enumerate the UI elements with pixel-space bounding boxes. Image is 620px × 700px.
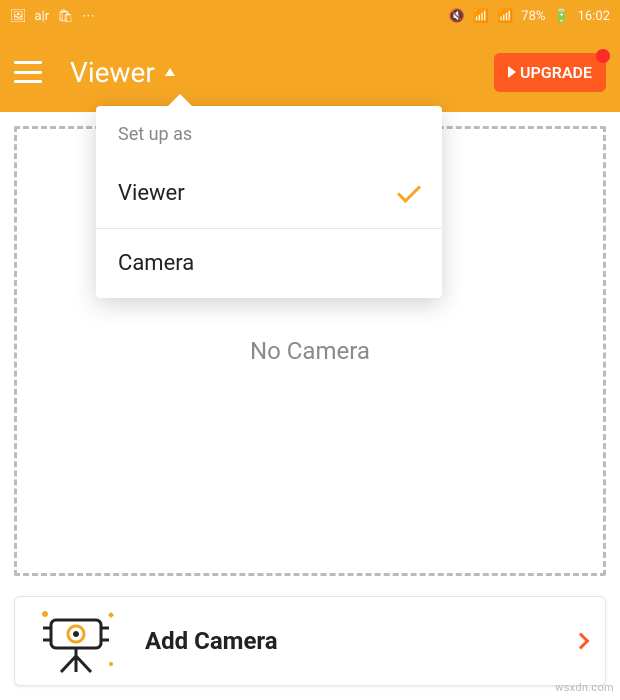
more-icon: ⋯ bbox=[82, 9, 95, 24]
notification-dot-icon bbox=[596, 49, 610, 63]
mode-title: Viewer bbox=[70, 56, 155, 89]
chevron-right-icon bbox=[573, 633, 590, 650]
hamburger-menu-icon[interactable] bbox=[14, 61, 42, 83]
mode-dropdown-menu: Set up as Viewer Camera bbox=[96, 106, 442, 298]
dropdown-header: Set up as bbox=[96, 106, 442, 159]
dropdown-item-viewer[interactable]: Viewer bbox=[96, 159, 442, 228]
status-bar: 🖼 a|r 🛍 ⋯ 🔇 📶 📶 78% 🔋 16:02 bbox=[0, 0, 620, 32]
shopping-bag-icon: 🛍 bbox=[57, 9, 74, 24]
dropdown-item-camera[interactable]: Camera bbox=[96, 228, 442, 298]
clock: 16:02 bbox=[578, 9, 610, 24]
air-text: a|r bbox=[35, 9, 50, 24]
empty-text: No Camera bbox=[250, 337, 370, 365]
signal-icon: 📶 bbox=[497, 9, 513, 24]
camera-tripod-icon bbox=[33, 606, 123, 676]
dropdown-item-label: Viewer bbox=[118, 181, 185, 206]
upgrade-button[interactable]: UPGRADE bbox=[494, 53, 606, 92]
chevron-up-icon bbox=[165, 68, 175, 76]
battery-icon: 🔋 bbox=[553, 9, 569, 24]
watermark: wsxdn.com bbox=[555, 681, 614, 694]
upgrade-label: UPGRADE bbox=[520, 63, 592, 82]
add-camera-label: Add Camera bbox=[145, 627, 553, 655]
battery-percent: 78% bbox=[521, 9, 545, 24]
play-icon bbox=[508, 66, 516, 78]
mute-icon: 🔇 bbox=[449, 9, 465, 24]
dropdown-item-label: Camera bbox=[118, 251, 194, 276]
check-icon bbox=[397, 178, 421, 202]
status-right: 🔇 📶 📶 78% 🔋 16:02 bbox=[449, 9, 610, 24]
app-bar: Viewer UPGRADE bbox=[0, 32, 620, 112]
mode-dropdown-trigger[interactable]: Viewer bbox=[70, 56, 175, 89]
status-left: 🖼 a|r 🛍 ⋯ bbox=[10, 9, 95, 24]
add-camera-button[interactable]: Add Camera bbox=[14, 596, 606, 686]
wifi-icon: 📶 bbox=[473, 9, 489, 24]
image-icon: 🖼 bbox=[10, 9, 27, 24]
